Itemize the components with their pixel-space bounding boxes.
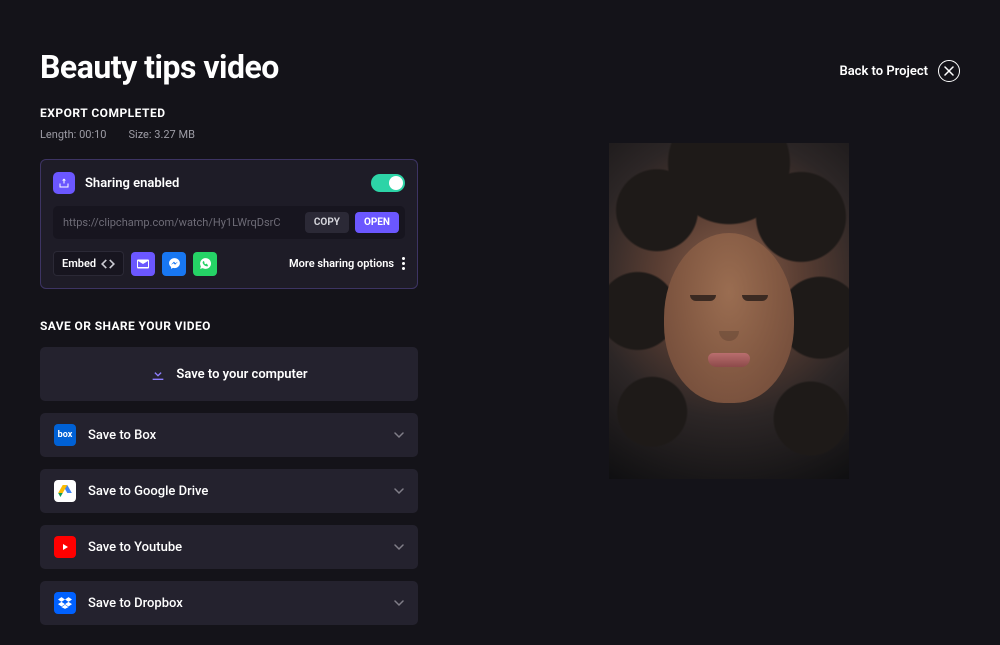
download-icon — [150, 366, 166, 382]
chevron-down-icon — [394, 486, 404, 496]
mail-icon[interactable] — [131, 252, 155, 276]
share-url[interactable]: https://clipchamp.com/watch/Hy1LWrqDsrC — [63, 216, 299, 229]
back-label: Back to Project — [839, 64, 928, 79]
whatsapp-icon[interactable] — [193, 252, 217, 276]
share-icon — [53, 172, 75, 194]
more-icon — [402, 257, 405, 270]
save-to-youtube[interactable]: Save to Youtube — [40, 525, 418, 569]
save-row-label: Save to Box — [88, 428, 156, 443]
back-to-project-button[interactable]: Back to Project — [839, 60, 960, 82]
sharing-toggle[interactable] — [371, 174, 405, 192]
close-icon — [938, 60, 960, 82]
length-meta: Length: 00:10 — [40, 128, 106, 141]
save-section-title: SAVE OR SHARE YOUR VIDEO — [40, 319, 418, 333]
box-icon: box — [54, 424, 76, 446]
dropbox-icon — [54, 592, 76, 614]
more-sharing-options[interactable]: More sharing options — [289, 257, 405, 270]
export-meta: Length: 00:10 Size: 3.27 MB — [40, 128, 960, 141]
size-meta: Size: 3.27 MB — [128, 128, 194, 141]
save-row-label: Save to Google Drive — [88, 484, 208, 499]
save-row-label: Save to Dropbox — [88, 596, 183, 611]
video-preview[interactable] — [609, 143, 849, 479]
export-status: EXPORT COMPLETED — [40, 106, 960, 120]
messenger-icon[interactable] — [162, 252, 186, 276]
sharing-enabled-label: Sharing enabled — [85, 176, 361, 191]
share-url-row: https://clipchamp.com/watch/Hy1LWrqDsrC … — [53, 206, 405, 239]
youtube-icon — [54, 536, 76, 558]
google-drive-icon — [54, 480, 76, 502]
open-button[interactable]: OPEN — [355, 212, 399, 233]
code-icon — [101, 259, 115, 269]
save-to-google-drive[interactable]: Save to Google Drive — [40, 469, 418, 513]
chevron-down-icon — [394, 598, 404, 608]
save-to-computer-button[interactable]: Save to your computer — [40, 347, 418, 401]
save-to-dropbox[interactable]: Save to Dropbox — [40, 581, 418, 625]
save-primary-label: Save to your computer — [176, 367, 307, 382]
more-label: More sharing options — [289, 257, 394, 270]
chevron-down-icon — [394, 542, 404, 552]
page-title: Beauty tips video — [40, 48, 279, 86]
chevron-down-icon — [394, 430, 404, 440]
save-row-label: Save to Youtube — [88, 540, 182, 555]
embed-label: Embed — [62, 257, 96, 270]
sharing-panel: Sharing enabled https://clipchamp.com/wa… — [40, 159, 418, 289]
copy-button[interactable]: COPY — [305, 212, 349, 233]
embed-button[interactable]: Embed — [53, 251, 124, 276]
save-to-box[interactable]: box Save to Box — [40, 413, 418, 457]
